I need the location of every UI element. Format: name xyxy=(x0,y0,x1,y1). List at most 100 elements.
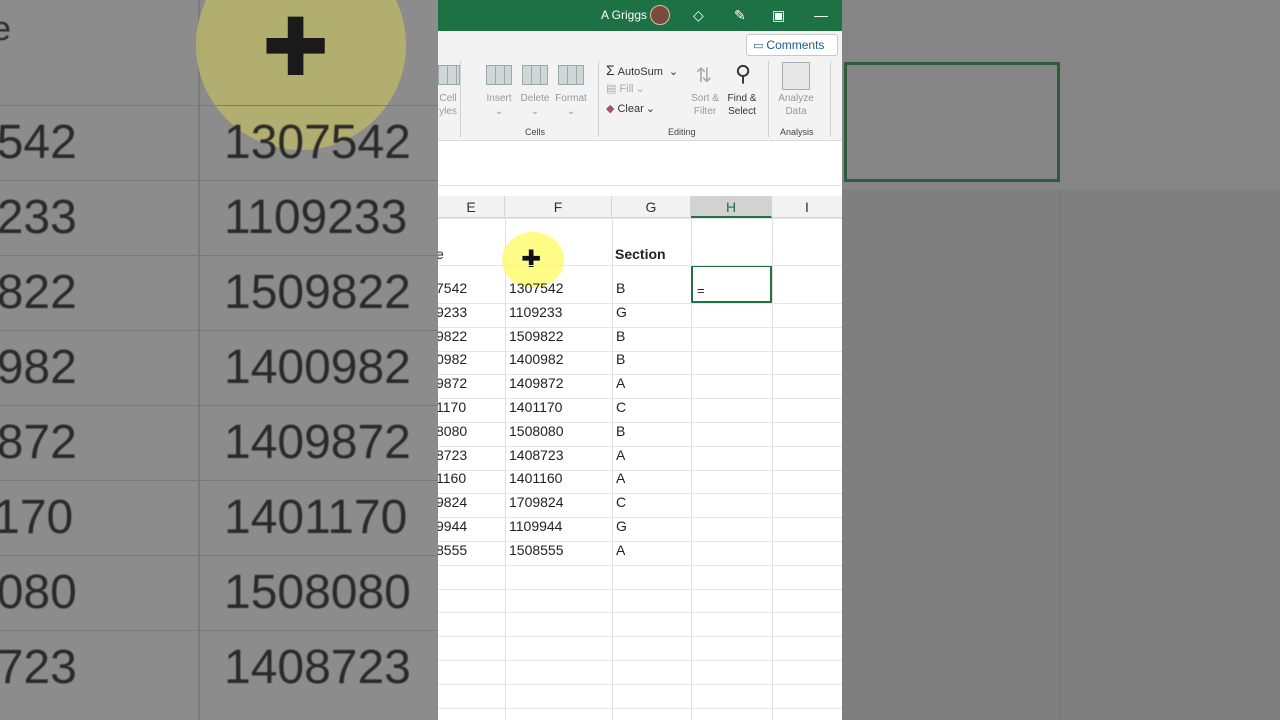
cell-f[interactable]: 1408723 xyxy=(509,447,564,463)
cell-e[interactable]: 9944 xyxy=(438,518,467,534)
sort-filter-line1: Sort & xyxy=(691,93,719,104)
excel-window: A Griggs ◇ ✎ ▣ — ▭ Comments Cell yles Ins… xyxy=(438,0,842,720)
cell-e[interactable]: 7542 xyxy=(438,280,467,296)
cell-f[interactable]: 1307542 xyxy=(509,280,564,296)
cell-section-header[interactable]: Section xyxy=(615,246,666,262)
minimize-icon[interactable]: — xyxy=(814,6,828,24)
background-zoom-left: ✚ e 7542 1307542 9233 1109233 9822 1509822 098… xyxy=(0,0,438,720)
cell-g[interactable]: C xyxy=(616,494,626,510)
gridline xyxy=(438,541,842,542)
sigma-icon: Σ xyxy=(606,62,615,78)
comments-button[interactable]: ▭ Comments xyxy=(746,34,838,56)
analyze-data-button[interactable]: Analyze Data xyxy=(774,92,818,118)
cell-g[interactable]: G xyxy=(616,518,627,534)
insert-icon xyxy=(486,65,512,85)
cell-e[interactable]: 0982 xyxy=(438,351,467,367)
column-headers: E F G H I xyxy=(438,196,842,218)
cell-g[interactable]: G xyxy=(616,304,627,320)
cell-e[interactable]: 9822 xyxy=(438,328,467,344)
user-name[interactable]: A Griggs xyxy=(601,8,647,22)
window-icon[interactable]: ▣ xyxy=(772,6,785,24)
delete-button[interactable]: Delete ⌄ xyxy=(518,92,552,118)
cell-f[interactable]: 1709824 xyxy=(509,494,564,510)
analysis-group-label: Analysis xyxy=(780,127,814,137)
cell-f[interactable]: 1509822 xyxy=(509,328,564,344)
gridline xyxy=(438,517,842,519)
ribbon-separator xyxy=(598,61,599,137)
pen-icon[interactable]: ✎ xyxy=(734,6,746,24)
bg-value-f: 1109233 xyxy=(224,191,408,244)
bg-value-f: 1509822 xyxy=(224,266,411,319)
column-header-h[interactable]: H xyxy=(691,196,772,218)
fill-button[interactable]: ▤ Fill ⌄ xyxy=(606,82,645,95)
cell-styles-button[interactable]: Cell yles xyxy=(438,92,458,118)
bg-fragment: e xyxy=(0,10,11,48)
clear-button[interactable]: ◆ Clear ⌄ xyxy=(606,102,655,115)
cell-f[interactable]: 1508080 xyxy=(509,423,564,439)
bg-gridline xyxy=(0,180,438,181)
sort-filter-button[interactable]: Sort & Filter xyxy=(684,92,726,118)
gridline xyxy=(438,326,842,328)
cell-e[interactable]: 8080 xyxy=(438,423,467,439)
analyze-data-icon xyxy=(782,62,810,90)
bg-cursor-plus-icon: ✚ xyxy=(262,3,330,92)
diamond-icon[interactable]: ◇ xyxy=(693,6,704,24)
cell-f[interactable]: 1401160 xyxy=(509,470,562,486)
column-header-e[interactable]: E xyxy=(438,196,505,218)
chevron-down-icon: ⌄ xyxy=(530,106,540,117)
cell-f[interactable]: 1109233 xyxy=(509,304,562,320)
insert-button[interactable]: Insert ⌄ xyxy=(482,92,516,118)
gridline xyxy=(438,469,842,471)
cell-e[interactable]: 8555 xyxy=(438,542,467,558)
active-cell-h[interactable]: = xyxy=(691,265,772,303)
gridline xyxy=(438,265,842,266)
cell-grid[interactable]: e Section ✚ = 7542 1307542 B 9233 1109233 G 98… xyxy=(438,218,842,720)
find-select-button[interactable]: Find & Select xyxy=(722,92,762,118)
cell-e[interactable]: 1160 xyxy=(438,470,466,486)
bg-value-f: 1307542 xyxy=(224,116,411,169)
cell-e[interactable]: 9872 xyxy=(438,375,467,391)
formula-bar-area[interactable] xyxy=(438,141,842,186)
gridline xyxy=(438,398,842,400)
bg-value-f: 1508080 xyxy=(224,566,411,619)
background-zoom-right xyxy=(842,0,1280,720)
cell-e[interactable]: 9824 xyxy=(438,494,467,510)
bg-value-e: 7542 xyxy=(0,116,77,169)
cell-f[interactable]: 1401170 xyxy=(509,399,562,415)
column-header-i[interactable]: I xyxy=(772,196,842,218)
eraser-icon: ◆ xyxy=(606,103,615,115)
ribbon: ▭ Comments Cell yles Insert ⌄ Delete ⌄ Fo… xyxy=(438,31,842,141)
cell-g[interactable]: B xyxy=(616,328,625,344)
autosum-button[interactable]: Σ AutoSum ⌄ xyxy=(606,62,678,78)
cell-g[interactable]: A xyxy=(616,470,625,486)
cell-e[interactable]: 8723 xyxy=(438,447,467,463)
cell-g[interactable]: C xyxy=(616,399,626,415)
bg-value-f: 1409872 xyxy=(224,416,411,469)
cell-g[interactable]: B xyxy=(616,351,625,367)
analyze-line2: Data xyxy=(785,106,807,117)
cell-g[interactable]: B xyxy=(616,423,625,439)
user-avatar[interactable] xyxy=(650,5,670,25)
cell-f[interactable]: 1508555 xyxy=(509,542,564,558)
clear-label: Clear xyxy=(617,103,644,115)
cell-f[interactable]: 1109944 xyxy=(509,518,562,534)
chevron-down-icon: ⌄ xyxy=(566,106,576,117)
column-header-g[interactable]: G xyxy=(612,196,691,218)
bg-gridline xyxy=(1060,190,1061,720)
cell-g[interactable]: A xyxy=(616,375,625,391)
cell-g[interactable]: A xyxy=(616,542,625,558)
cell-f[interactable]: 1400982 xyxy=(509,351,564,367)
bg-value-e: 1170 xyxy=(0,491,74,544)
format-icon xyxy=(558,65,584,85)
cell-g[interactable]: B xyxy=(616,280,625,296)
cell-f[interactable]: 1409872 xyxy=(509,375,564,391)
gridline xyxy=(438,493,842,495)
column-header-f[interactable]: F xyxy=(505,196,612,218)
cell-g[interactable]: A xyxy=(616,447,625,463)
format-button[interactable]: Format ⌄ xyxy=(552,92,590,118)
bg-value-f: 1401170 xyxy=(224,491,408,544)
cell-e-header[interactable]: e xyxy=(438,246,444,262)
cell-e[interactable]: 9233 xyxy=(438,304,467,320)
gridline xyxy=(438,422,842,423)
cell-e[interactable]: 1170 xyxy=(438,399,466,415)
